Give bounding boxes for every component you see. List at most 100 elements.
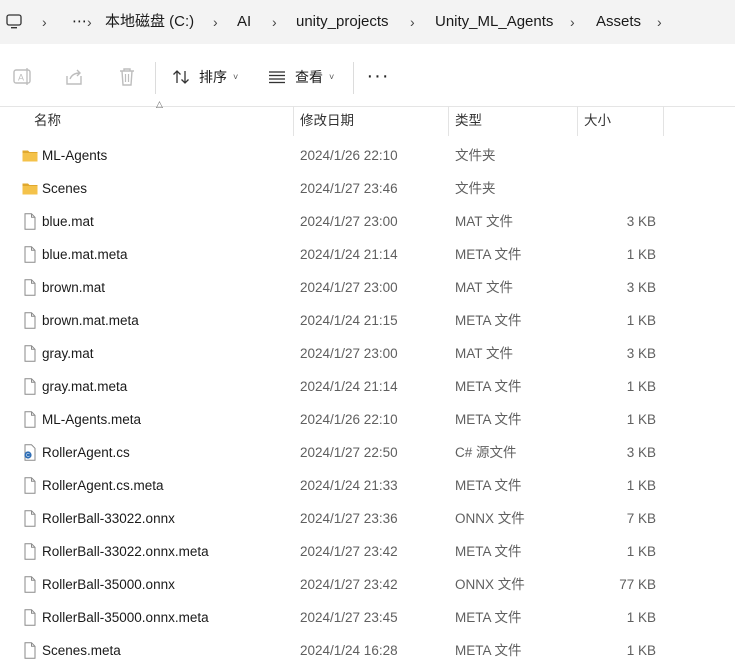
column-divider[interactable]	[577, 106, 578, 136]
view-label: 查看	[295, 69, 323, 85]
file-row[interactable]: brown.mat.meta 2024/1/24 21:15 META 文件 1 KB	[0, 304, 735, 337]
breadcrumb-separator-icon: ›	[213, 14, 218, 30]
file-size: 1 KB	[626, 610, 656, 625]
file-size: 1 KB	[626, 544, 656, 559]
file-name[interactable]: RollerAgent.cs.meta	[42, 469, 164, 502]
column-header-size[interactable]: 大小	[584, 106, 611, 136]
file-row[interactable]: Scenes.meta 2024/1/24 16:28 META 文件 1 KB	[0, 634, 735, 667]
column-divider[interactable]	[448, 106, 449, 136]
file-row[interactable]: RollerAgent.cs.meta 2024/1/24 21:33 META 文…	[0, 469, 735, 502]
file-type: MAT 文件	[455, 346, 514, 361]
toolbar-divider	[155, 62, 156, 94]
file-size: 7 KB	[626, 511, 656, 526]
breadcrumb-item-unity-projects[interactable]: unity_projects	[296, 0, 389, 44]
file-row[interactable]: RollerBall-33022.onnx 2024/1/27 23:36 ONNX…	[0, 502, 735, 535]
file-size: 3 KB	[626, 214, 656, 229]
file-row[interactable]: C RollerAgent.cs 2024/1/27 22:50 C# 源文件 3 KB	[0, 436, 735, 469]
file-name[interactable]: ML-Agents.meta	[42, 403, 141, 436]
command-bar: A 排序 ˅ 查看 ˅ ···	[0, 48, 735, 107]
sort-button[interactable]: 排序 ˅	[172, 63, 238, 91]
file-name[interactable]: gray.mat.meta	[42, 370, 127, 403]
file-type: 文件夹	[455, 181, 496, 196]
delete-icon[interactable]	[116, 66, 138, 88]
file-type: 文件夹	[455, 148, 496, 163]
file-row[interactable]: RollerBall-35000.onnx.meta 2024/1/27 23:4…	[0, 601, 735, 634]
file-name[interactable]: RollerBall-35000.onnx	[42, 568, 175, 601]
file-size: 1 KB	[626, 643, 656, 658]
file-icon	[24, 477, 36, 494]
file-modified-date: 2024/1/27 23:00	[300, 214, 398, 229]
file-modified-date: 2024/1/24 21:33	[300, 478, 398, 493]
file-modified-date: 2024/1/27 23:42	[300, 577, 398, 592]
file-icon	[24, 510, 36, 527]
file-name[interactable]: blue.mat	[42, 205, 94, 238]
more-options-button[interactable]: ···	[366, 62, 390, 90]
file-row[interactable]: ML-Agents.meta 2024/1/26 22:10 META 文件 1 KB	[0, 403, 735, 436]
file-icon	[24, 609, 36, 626]
file-type: C# 源文件	[455, 445, 517, 460]
file-type: META 文件	[455, 643, 522, 658]
file-row[interactable]: RollerBall-35000.onnx 2024/1/27 23:42 ONNX…	[0, 568, 735, 601]
file-name[interactable]: RollerBall-33022.onnx	[42, 502, 175, 535]
view-button[interactable]: 查看 ˅	[268, 63, 334, 91]
file-row[interactable]: Scenes 2024/1/27 23:46 文件夹	[0, 172, 735, 205]
breadcrumb-item-unity-ml-agents[interactable]: Unity_ML_Agents	[435, 0, 553, 44]
column-divider[interactable]	[663, 106, 664, 136]
file-type: META 文件	[455, 379, 522, 394]
file-name[interactable]: brown.mat.meta	[42, 304, 139, 337]
file-icon	[24, 246, 36, 263]
column-header-name[interactable]: 名称	[34, 106, 61, 136]
file-type: MAT 文件	[455, 214, 514, 229]
address-bar[interactable]: › ⋯ › 本地磁盘 (C:) › AI › unity_projects › …	[0, 0, 735, 44]
file-name[interactable]: RollerBall-33022.onnx.meta	[42, 535, 209, 568]
file-icon	[24, 576, 36, 593]
file-name[interactable]: RollerBall-35000.onnx.meta	[42, 601, 209, 634]
file-row[interactable]: brown.mat 2024/1/27 23:00 MAT 文件 3 KB	[0, 271, 735, 304]
file-size: 3 KB	[626, 280, 656, 295]
file-name[interactable]: brown.mat	[42, 271, 105, 304]
file-icon	[24, 279, 36, 296]
file-row[interactable]: RollerBall-33022.onnx.meta 2024/1/27 23:4…	[0, 535, 735, 568]
column-divider[interactable]	[293, 106, 294, 136]
file-type: META 文件	[455, 610, 522, 625]
file-name[interactable]: blue.mat.meta	[42, 238, 128, 271]
file-modified-date: 2024/1/26 22:10	[300, 412, 398, 427]
file-name[interactable]: Scenes.meta	[42, 634, 121, 667]
file-size: 77 KB	[619, 577, 656, 592]
file-row[interactable]: blue.mat 2024/1/27 23:00 MAT 文件 3 KB	[0, 205, 735, 238]
this-pc-icon[interactable]	[6, 13, 22, 31]
file-type: META 文件	[455, 412, 522, 427]
file-size: 3 KB	[626, 445, 656, 460]
file-row[interactable]: ML-Agents 2024/1/26 22:10 文件夹	[0, 139, 735, 172]
rename-icon[interactable]: A	[12, 66, 34, 88]
share-icon[interactable]	[64, 66, 86, 88]
file-size	[578, 139, 656, 172]
column-header-type[interactable]: 类型	[455, 106, 482, 136]
file-modified-date: 2024/1/27 23:00	[300, 280, 398, 295]
column-header-date[interactable]: 修改日期	[300, 106, 354, 136]
file-icon	[24, 378, 36, 395]
file-name[interactable]: RollerAgent.cs	[42, 436, 130, 469]
file-modified-date: 2024/1/24 16:28	[300, 643, 398, 658]
file-name[interactable]: gray.mat	[42, 337, 94, 370]
sort-icon	[173, 70, 189, 84]
file-row[interactable]: blue.mat.meta 2024/1/24 21:14 META 文件 1 KB	[0, 238, 735, 271]
file-modified-date: 2024/1/27 23:42	[300, 544, 398, 559]
file-name[interactable]: ML-Agents	[42, 139, 107, 172]
file-type: MAT 文件	[455, 280, 514, 295]
file-name[interactable]: Scenes	[42, 172, 87, 205]
breadcrumb-item-drive[interactable]: 本地磁盘 (C:)	[105, 0, 194, 44]
chevron-down-icon: ˅	[233, 72, 239, 82]
breadcrumb-item-ai[interactable]: AI	[237, 0, 251, 44]
file-modified-date: 2024/1/24 21:15	[300, 313, 398, 328]
breadcrumb-item-assets[interactable]: Assets	[596, 0, 641, 44]
file-icon	[24, 642, 36, 659]
breadcrumb-more-button[interactable]: ⋯	[72, 0, 88, 44]
svg-text:A: A	[18, 73, 24, 83]
breadcrumb-separator-icon: ›	[410, 14, 415, 30]
file-modified-date: 2024/1/24 21:14	[300, 379, 398, 394]
file-row[interactable]: gray.mat.meta 2024/1/24 21:14 META 文件 1 KB	[0, 370, 735, 403]
file-type: META 文件	[455, 313, 522, 328]
file-type: META 文件	[455, 544, 522, 559]
file-row[interactable]: gray.mat 2024/1/27 23:00 MAT 文件 3 KB	[0, 337, 735, 370]
